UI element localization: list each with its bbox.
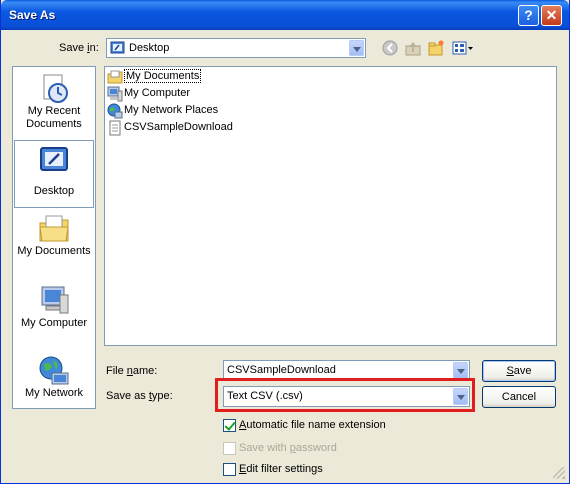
- my-computer-icon: [107, 86, 123, 102]
- desktop-icon: [40, 147, 68, 171]
- save-in-label: Save in:: [59, 42, 99, 54]
- save-with-password-checkbox[interactable]: [223, 442, 236, 455]
- edit-filter-checkbox[interactable]: [223, 463, 236, 476]
- file-name-label: File name:: [106, 365, 158, 377]
- csv-file-icon: [109, 120, 121, 136]
- close-button[interactable]: ✕: [541, 5, 562, 26]
- file-list[interactable]: My Documents My Computer My Network Plac…: [104, 66, 557, 346]
- my-network-icon: [107, 103, 123, 119]
- desktop-icon: [110, 41, 125, 54]
- save-with-password-label: Save with password: [239, 442, 337, 454]
- my-network-icon: [39, 356, 69, 385]
- save-as-type-label: Save as type:: [106, 390, 173, 402]
- place-my-network[interactable]: My Network: [13, 355, 95, 409]
- save-as-dialog: Save As ? ✕ Save in: Desktop My Recent D…: [0, 0, 570, 484]
- my-documents-icon: [39, 215, 69, 242]
- auto-extension-label: Automatic file name extension: [239, 419, 386, 431]
- resize-grip[interactable]: [553, 467, 565, 479]
- my-computer-icon: [41, 286, 69, 314]
- auto-extension-checkbox[interactable]: [223, 419, 236, 432]
- chevron-down-icon[interactable]: [453, 362, 468, 379]
- cancel-button[interactable]: Cancel: [482, 386, 556, 408]
- place-my-recent-documents[interactable]: My Recent Documents: [13, 73, 95, 137]
- new-folder-icon[interactable]: [428, 40, 444, 56]
- places-bar: My Recent Documents Desktop My Documents: [12, 66, 96, 409]
- save-in-combo[interactable]: Desktop: [106, 38, 366, 58]
- chevron-down-icon[interactable]: [349, 40, 364, 56]
- highlight-box: [215, 378, 475, 412]
- place-desktop[interactable]: Desktop: [14, 140, 94, 208]
- edit-filter-label: Edit filter settings: [239, 463, 323, 475]
- file-name-input[interactable]: CSVSampleDownload: [227, 364, 336, 376]
- help-button[interactable]: ?: [518, 5, 539, 26]
- back-icon[interactable]: [382, 40, 398, 56]
- up-folder-icon[interactable]: [405, 40, 421, 56]
- place-my-documents[interactable]: My Documents: [13, 213, 95, 269]
- my-documents-icon: [107, 70, 123, 84]
- place-my-computer[interactable]: My Computer: [13, 285, 95, 341]
- window-title: Save As: [9, 8, 56, 22]
- save-button[interactable]: Save: [482, 360, 556, 382]
- save-in-value: Desktop: [129, 42, 170, 54]
- title-bar[interactable]: Save As ? ✕: [1, 0, 569, 30]
- recent-documents-icon: [43, 74, 68, 103]
- views-menu-icon[interactable]: [452, 40, 474, 56]
